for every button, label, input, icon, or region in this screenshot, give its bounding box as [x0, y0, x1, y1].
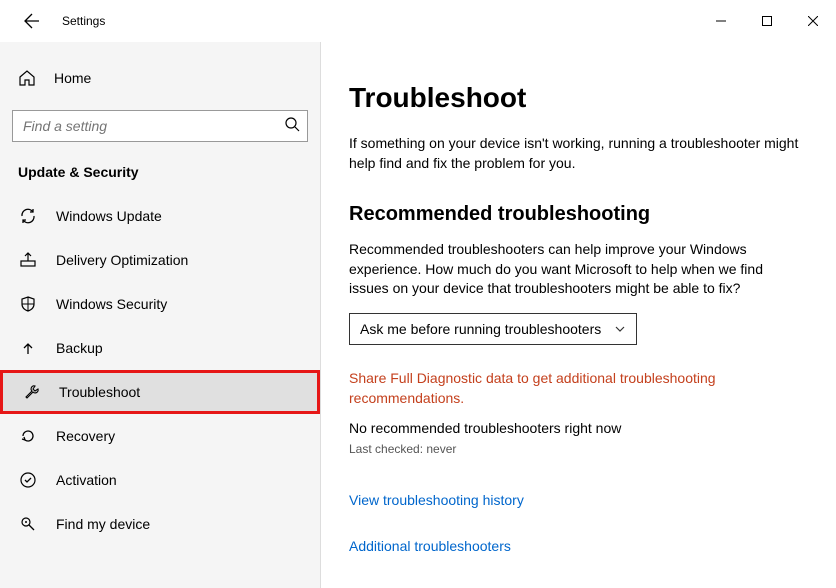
back-button[interactable]: [20, 9, 44, 33]
diagnostic-level-dropdown[interactable]: Ask me before running troubleshooters: [349, 313, 637, 345]
activation-icon: [18, 471, 38, 489]
sidebar: Home Update & Security Windows Update: [0, 42, 320, 588]
minimize-button[interactable]: [698, 6, 744, 36]
sidebar-item-label: Troubleshoot: [59, 384, 140, 400]
view-history-link[interactable]: View troubleshooting history: [349, 492, 806, 508]
sync-icon: [18, 207, 38, 225]
sidebar-item-label: Activation: [56, 472, 117, 488]
page-title: Troubleshoot: [349, 82, 806, 114]
home-label: Home: [54, 70, 91, 86]
close-icon: [808, 16, 818, 26]
sidebar-item-label: Windows Update: [56, 208, 162, 224]
delivery-icon: [18, 251, 38, 269]
sidebar-item-windows-update[interactable]: Windows Update: [0, 194, 320, 238]
home-icon: [18, 69, 36, 87]
titlebar: Settings: [0, 0, 836, 42]
content-area: Troubleshoot If something on your device…: [320, 42, 836, 588]
window-controls: [698, 6, 836, 36]
arrow-left-icon: [24, 13, 40, 29]
backup-icon: [18, 339, 38, 357]
search-input[interactable]: [12, 110, 308, 142]
recovery-icon: [18, 427, 38, 445]
shield-icon: [18, 295, 38, 313]
close-button[interactable]: [790, 6, 836, 36]
find-device-icon: [18, 515, 38, 533]
last-checked-text: Last checked: never: [349, 442, 806, 456]
wrench-icon: [21, 383, 41, 401]
intro-text: If something on your device isn't workin…: [349, 134, 806, 173]
chevron-down-icon: [614, 323, 626, 335]
diagnostic-warning: Share Full Diagnostic data to get additi…: [349, 369, 806, 408]
sidebar-item-label: Backup: [56, 340, 103, 356]
sidebar-item-find-my-device[interactable]: Find my device: [0, 502, 320, 546]
sidebar-item-label: Delivery Optimization: [56, 252, 188, 268]
sidebar-item-recovery[interactable]: Recovery: [0, 414, 320, 458]
sidebar-item-label: Find my device: [56, 516, 150, 532]
sidebar-item-backup[interactable]: Backup: [0, 326, 320, 370]
sidebar-item-windows-security[interactable]: Windows Security: [0, 282, 320, 326]
sidebar-item-label: Recovery: [56, 428, 115, 444]
recommended-body: Recommended troubleshooters can help imp…: [349, 240, 806, 299]
maximize-icon: [762, 16, 772, 26]
search-icon: [284, 116, 300, 132]
additional-troubleshooters-link[interactable]: Additional troubleshooters: [349, 538, 806, 554]
sidebar-item-troubleshoot[interactable]: Troubleshoot: [0, 370, 320, 414]
sidebar-item-label: Windows Security: [56, 296, 167, 312]
no-recommended-text: No recommended troubleshooters right now: [349, 420, 806, 436]
minimize-icon: [716, 16, 726, 26]
dropdown-value: Ask me before running troubleshooters: [360, 321, 601, 337]
sidebar-item-delivery-optimization[interactable]: Delivery Optimization: [0, 238, 320, 282]
recommended-heading: Recommended troubleshooting: [349, 203, 806, 226]
home-nav[interactable]: Home: [0, 58, 320, 98]
maximize-button[interactable]: [744, 6, 790, 36]
sidebar-item-activation[interactable]: Activation: [0, 458, 320, 502]
app-title: Settings: [62, 14, 105, 28]
search-wrap: [12, 110, 308, 142]
section-header: Update & Security: [0, 142, 320, 194]
